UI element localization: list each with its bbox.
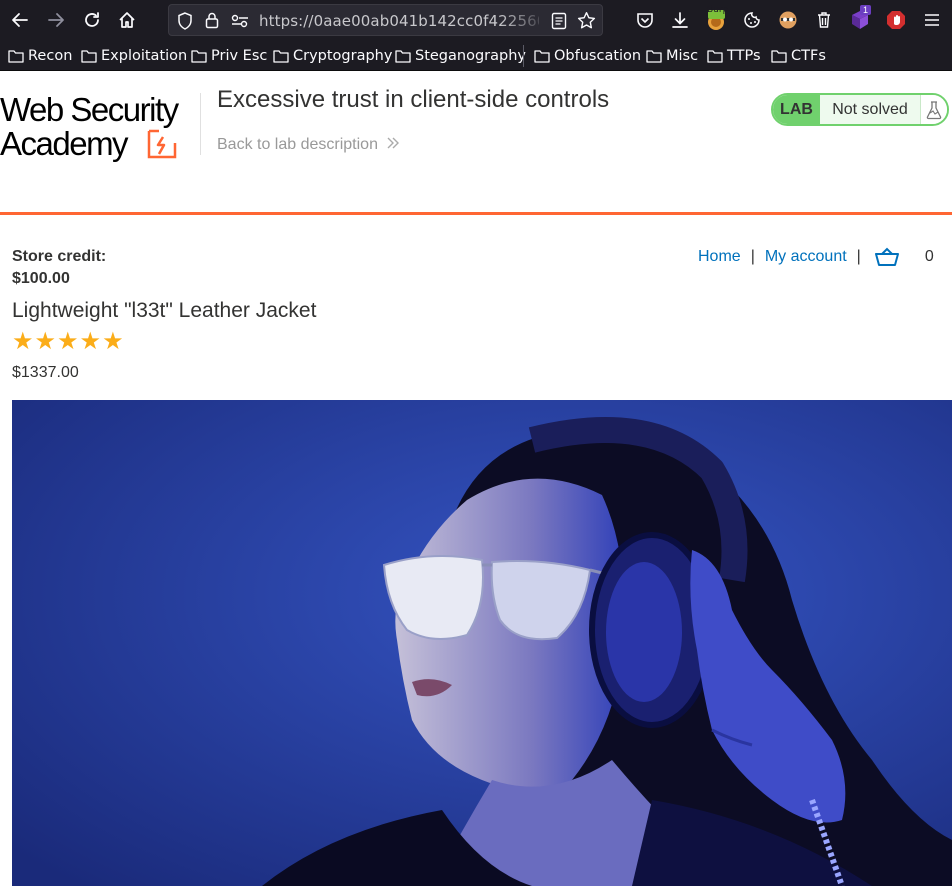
browser-toolbar: https://0aae00ab041b142cc0f42256004c Bur… [0, 0, 952, 40]
folder-icon [707, 50, 723, 63]
flask-icon [920, 95, 947, 124]
nav-separator: | [750, 248, 755, 265]
cart-basket-icon[interactable] [874, 247, 899, 267]
back-arrow-icon[interactable] [8, 8, 32, 32]
back-link-label: Back to lab description [217, 136, 378, 153]
star-icon: ★ [79, 328, 102, 355]
adblock-hand-icon[interactable] [884, 8, 908, 32]
url-bar[interactable]: https://0aae00ab041b142cc0f42256004c [168, 4, 603, 36]
product-title: Lightweight "l33t" Leather Jacket [12, 299, 317, 322]
star-icon: ★ [12, 328, 34, 355]
folder-icon [81, 50, 97, 63]
permissions-icon[interactable] [231, 13, 249, 34]
star-icon: ★ [102, 328, 124, 355]
bookmark-cryptography[interactable]: Cryptography [273, 46, 392, 66]
bookmarks-separator [523, 45, 524, 67]
lock-icon[interactable] [204, 11, 220, 34]
star-icon: ★ [34, 328, 57, 355]
bookmark-star-icon[interactable] [577, 11, 596, 35]
lab-label: LAB [773, 95, 820, 124]
extension-badge-icon[interactable]: 1 [848, 5, 872, 32]
logo-bolt-icon [147, 129, 177, 159]
lab-status-badge: LAB Not solved [771, 93, 949, 126]
bookmark-recon[interactable]: Recon [8, 46, 72, 66]
bookmark-label: Steganography [415, 48, 526, 64]
bookmark-steganography[interactable]: Steganography [395, 46, 526, 66]
folder-icon [395, 50, 411, 63]
lab-status-text: Not solved [820, 95, 920, 124]
product-rating: ★ ★ ★ ★ ★ [12, 330, 125, 354]
store-credit-label: Store credit: [12, 248, 107, 265]
header-orange-rule [0, 212, 952, 215]
bookmark-label: Cryptography [293, 48, 393, 64]
extension-badge-count: 1 [860, 5, 872, 15]
url-text[interactable]: https://0aae00ab041b142cc0f42256004c [259, 12, 539, 30]
home-icon[interactable] [115, 8, 139, 32]
product-image [12, 400, 952, 886]
page-content: Web Security Academy Excessive trust in … [0, 71, 952, 886]
bookmark-priv-esc[interactable]: Priv Esc [191, 46, 267, 66]
store-nav: Home | My account | 0 [698, 246, 934, 268]
folder-icon [191, 50, 207, 63]
store-credit-value: $100.00 [12, 270, 70, 287]
pocket-icon[interactable] [633, 8, 657, 32]
reader-view-icon[interactable] [551, 12, 567, 35]
bookmark-obfuscation[interactable]: Obfuscation [534, 46, 641, 66]
bookmarks-bar: Recon Exploitation Priv Esc Cryptography… [0, 40, 952, 71]
product-price: $1337.00 [12, 364, 79, 381]
bookmark-label: Obfuscation [554, 48, 642, 64]
folder-icon [771, 50, 787, 63]
downloads-icon[interactable] [668, 8, 692, 32]
logo-line2: Academy [0, 125, 129, 162]
bookmark-label: Exploitation [101, 48, 188, 64]
header-divider [200, 93, 201, 155]
bookmark-label: Priv Esc [211, 48, 268, 64]
nav-home-link[interactable]: Home [698, 248, 741, 266]
menu-hamburger-icon[interactable] [920, 8, 944, 32]
folder-icon [646, 50, 662, 63]
burp-extension-icon[interactable]: Burp [704, 5, 729, 32]
forward-arrow-icon[interactable] [44, 8, 68, 32]
reload-icon[interactable] [80, 8, 104, 32]
bookmark-label: TTPs [727, 48, 761, 64]
shield-icon[interactable] [177, 12, 193, 35]
bookmark-label: Misc [666, 48, 699, 64]
web-security-academy-logo[interactable]: Web Security Academy [0, 93, 200, 168]
folder-icon [8, 50, 24, 63]
privacy-mask-icon[interactable] [776, 8, 800, 32]
double-chevron-icon [386, 136, 400, 154]
nav-separator: | [856, 248, 861, 265]
logo-line1: Web Security [0, 91, 179, 128]
bookmark-label: CTFs [791, 48, 826, 64]
trash-icon[interactable] [812, 8, 836, 32]
url-fade [499, 7, 549, 33]
bookmark-ctfs[interactable]: CTFs [771, 46, 826, 66]
nav-my-account-link[interactable]: My account [765, 248, 847, 266]
folder-icon [273, 50, 289, 63]
cart-count: 0 [924, 248, 934, 265]
star-icon: ★ [57, 328, 79, 355]
bookmark-label: Recon [28, 48, 73, 64]
bookmark-ttps[interactable]: TTPs [707, 46, 761, 66]
cookie-icon[interactable] [740, 8, 764, 32]
bookmark-exploitation[interactable]: Exploitation [81, 46, 187, 66]
lab-title: Excessive trust in client-side controls [217, 86, 610, 113]
burp-label: Burp [707, 5, 729, 15]
back-to-lab-link[interactable]: Back to lab description [217, 136, 400, 154]
bookmark-misc[interactable]: Misc [646, 46, 698, 66]
folder-icon [534, 50, 550, 63]
